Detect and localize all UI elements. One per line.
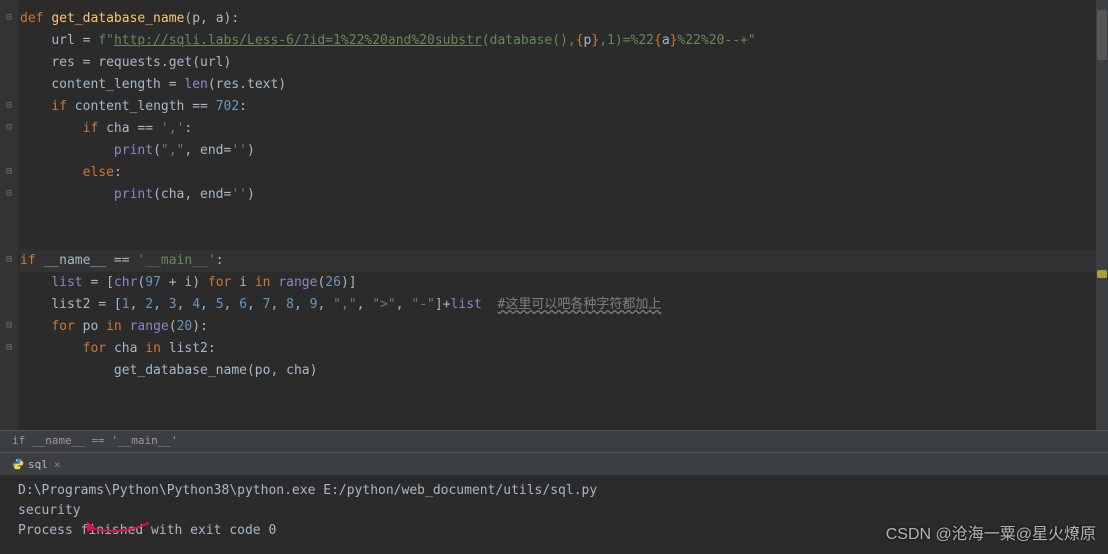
fold-icon[interactable]: ⊟ bbox=[4, 320, 14, 331]
code-line[interactable]: for cha in list2: bbox=[20, 338, 1108, 360]
scrollbar-thumb[interactable] bbox=[1097, 10, 1107, 60]
code-line[interactable]: list = [chr(97 + i) for i in range(26)] bbox=[20, 272, 1108, 294]
fold-icon[interactable]: ⊟ bbox=[4, 342, 14, 353]
watermark: CSDN @沧海一粟@星火燎原 bbox=[886, 520, 1096, 544]
code-line[interactable]: url = f"http://sqli.labs/Less-6/?id=1%22… bbox=[20, 30, 1108, 52]
scrollbar-marker bbox=[1097, 270, 1107, 278]
console-tabs: sql × bbox=[0, 453, 1108, 475]
code-line[interactable]: print(cha, end='') bbox=[20, 184, 1108, 206]
breadcrumb[interactable]: if __name__ == '__main__' bbox=[0, 430, 1108, 452]
fold-icon[interactable]: ⊟ bbox=[4, 188, 14, 199]
fold-icon[interactable]: ⊟ bbox=[4, 122, 14, 133]
code-line[interactable]: print(",", end='') bbox=[20, 140, 1108, 162]
console-line: D:\Programs\Python\Python38\python.exe E… bbox=[18, 481, 1090, 501]
code-line[interactable]: if cha == ',': bbox=[20, 118, 1108, 140]
code-editor[interactable]: ⊟ ⊟ ⊟ ⊟ ⊟ ⊟ ⊟ ⊟ def get_database_name(p, a): ur… bbox=[0, 0, 1108, 430]
code-line[interactable]: get_database_name(po, cha) bbox=[20, 360, 1108, 382]
breadcrumb-text: if __name__ == '__main__' bbox=[12, 434, 178, 447]
code-line[interactable]: list2 = [1, 2, 3, 4, 5, 6, 7, 8, 9, ",",… bbox=[20, 294, 1108, 316]
code-line[interactable]: if __name__ == '__main__': bbox=[20, 250, 1108, 272]
fold-icon[interactable]: ⊟ bbox=[4, 12, 14, 23]
code-line[interactable]: res = requests.get(url) bbox=[20, 52, 1108, 74]
fold-icon[interactable]: ⊟ bbox=[4, 254, 14, 265]
gutter: ⊟ ⊟ ⊟ ⊟ ⊟ ⊟ ⊟ ⊟ bbox=[0, 0, 18, 430]
code-line[interactable] bbox=[20, 228, 1108, 250]
fold-icon[interactable]: ⊟ bbox=[4, 100, 14, 111]
scrollbar-track[interactable] bbox=[1096, 0, 1108, 430]
code-content[interactable]: def get_database_name(p, a): url = f"htt… bbox=[0, 0, 1108, 412]
code-line[interactable]: content_length = len(res.text) bbox=[20, 74, 1108, 96]
fold-icon[interactable]: ⊟ bbox=[4, 166, 14, 177]
code-line[interactable]: for po in range(20): bbox=[20, 316, 1108, 338]
console-line: security bbox=[18, 501, 1090, 521]
console-tab-label: sql bbox=[28, 458, 48, 471]
python-icon bbox=[12, 458, 24, 470]
close-icon[interactable]: × bbox=[54, 458, 61, 471]
code-line[interactable]: def get_database_name(p, a): bbox=[20, 8, 1108, 30]
console-tab-sql[interactable]: sql × bbox=[6, 456, 67, 473]
code-line[interactable] bbox=[20, 382, 1108, 404]
code-line[interactable]: if content_length == 702: bbox=[20, 96, 1108, 118]
code-line[interactable] bbox=[20, 206, 1108, 228]
code-line[interactable]: else: bbox=[20, 162, 1108, 184]
